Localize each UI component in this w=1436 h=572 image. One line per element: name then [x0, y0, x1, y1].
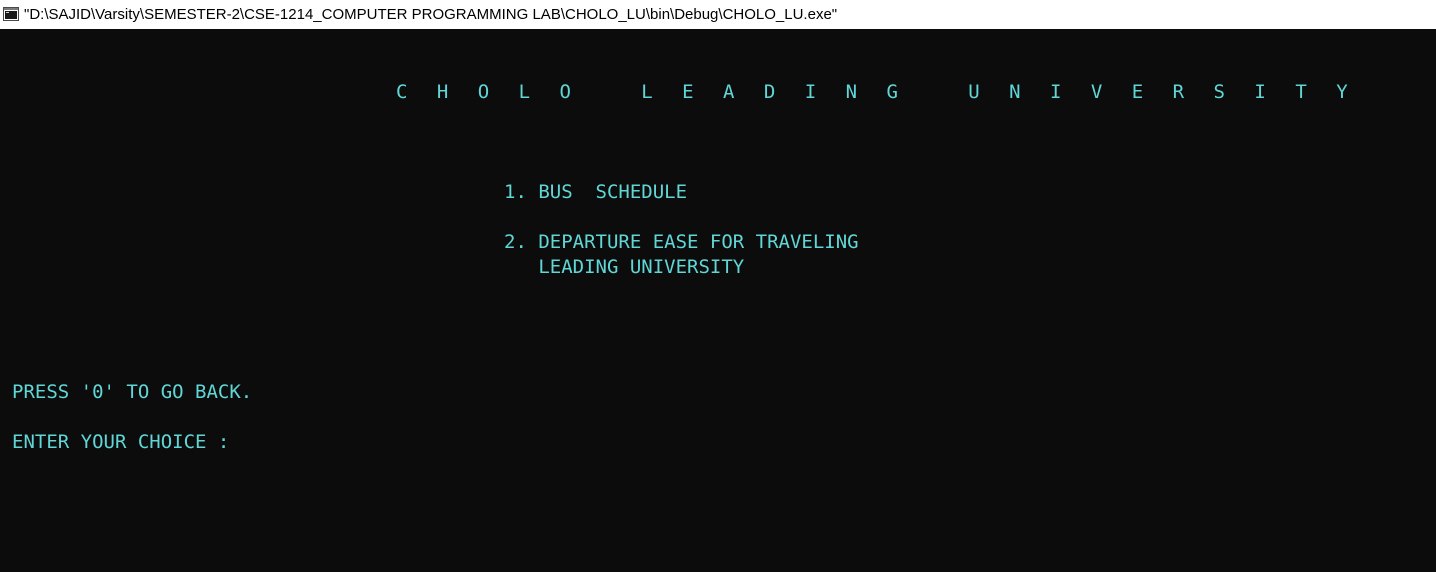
menu-item-departure-continued: LEADING UNIVERSITY	[504, 256, 745, 278]
console-app-icon	[3, 7, 19, 21]
menu-item-bus-schedule: 1. BUS SCHEDULE	[504, 181, 688, 203]
back-hint: PRESS '0' TO GO BACK.	[12, 381, 253, 403]
console-window: "D:\SAJID\Varsity\SEMESTER-2\CSE-1214_CO…	[0, 0, 1436, 572]
menu-item-departure: 2. DEPARTURE EASE FOR TRAVELING	[504, 231, 859, 253]
university-heading: C H O L O L E A D I N G U N I V E R S I …	[396, 81, 1357, 103]
console-output: C H O L O L E A D I N G U N I V E R S I …	[0, 29, 1436, 572]
window-title: "D:\SAJID\Varsity\SEMESTER-2\CSE-1214_CO…	[24, 6, 838, 23]
choice-prompt[interactable]: ENTER YOUR CHOICE :	[12, 430, 229, 455]
window-titlebar[interactable]: "D:\SAJID\Varsity\SEMESTER-2\CSE-1214_CO…	[0, 0, 1436, 29]
